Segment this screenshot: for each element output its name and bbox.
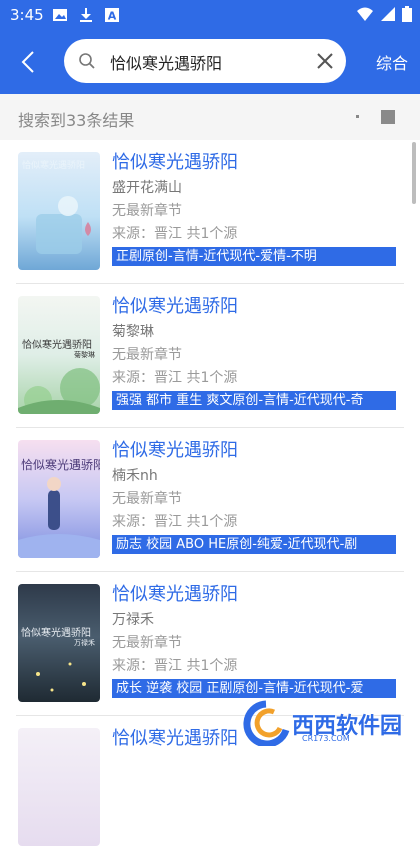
stop-search-button[interactable] (381, 110, 395, 124)
book-title: 恰似寒光遇骄阳 (112, 584, 238, 605)
status-bar: 3:45 A (0, 0, 420, 30)
book-cover: 恰似寒光遇骄阳 (18, 152, 100, 270)
search-input[interactable]: 恰似寒光遇骄阳 (64, 39, 346, 83)
cover-title: 恰似寒光遇骄阳 (22, 161, 86, 171)
cover-title: 恰似寒光遇骄阳 (21, 458, 100, 472)
image-icon (53, 9, 67, 21)
book-title: 恰似寒光遇骄阳 (112, 440, 238, 461)
search-icon (79, 53, 95, 69)
book-info: 恰似寒光遇骄阳 盛开花满山 无最新章节 来源：晋江 共1个源 正剧原创-言情-近… (112, 150, 404, 266)
book-tags: 强强 都市 重生 爽文原创-言情-近代现代-奇 (112, 391, 396, 410)
back-button[interactable] (12, 46, 44, 78)
cover-author: 菊黎琳 (74, 351, 95, 359)
result-header: 搜索到33条结果 (0, 94, 420, 140)
svg-text:A: A (108, 10, 117, 23)
logo-icon (243, 700, 290, 746)
sort-filter-button[interactable]: 综合 (376, 50, 408, 74)
loading-dot (356, 115, 359, 118)
watermark-sub: CR173.COM (302, 734, 350, 743)
book-title: 恰似寒光遇骄阳 (112, 152, 238, 173)
back-arrow-icon (21, 51, 34, 73)
search-query-text: 恰似寒光遇骄阳 (110, 54, 223, 73)
signal-icon (381, 7, 395, 21)
close-icon (317, 53, 333, 69)
cover-author: 万禄禾 (74, 639, 95, 647)
book-tags: 励志 校园 ABO HE原创-纯爱-近代现代-剧 (112, 535, 396, 554)
book-cover (18, 728, 100, 846)
list-item[interactable]: 恰似寒光遇骄阳 万禄禾 恰似寒光遇骄阳 万禄禾 无最新章节 来源：晋江 共1个源… (0, 572, 420, 716)
latest-chapter: 无最新章节 (112, 635, 182, 651)
cover-title: 恰似寒光遇骄阳 (22, 340, 92, 351)
download-icon (80, 8, 92, 22)
watermark-logo: 西西软件园 CR173.COM (236, 700, 416, 746)
status-time: 3:45 (10, 6, 44, 24)
book-author: 盛开花满山 (112, 180, 182, 196)
book-info: 恰似寒光遇骄阳 菊黎琳 无最新章节 来源：晋江 共1个源 强强 都市 重生 爽文… (112, 294, 404, 410)
book-source: 来源：晋江 共1个源 (112, 514, 238, 530)
book-cover: 恰似寒光遇骄阳 万禄禾 (18, 584, 100, 702)
battery-icon (402, 6, 412, 22)
book-info: 恰似寒光遇骄阳 万禄禾 无最新章节 来源：晋江 共1个源 成长 逆袭 校园 正剧… (112, 582, 404, 698)
list-item[interactable]: 恰似寒光遇骄阳 恰似寒光遇骄阳 楠禾nh 无最新章节 来源：晋江 共1个源 励志… (0, 428, 420, 572)
search-toolbar: 恰似寒光遇骄阳 综合 (0, 30, 420, 94)
wifi-icon (357, 7, 373, 21)
book-tags: 正剧原创-言情-近代现代-爱情-不明 (112, 247, 396, 266)
list-item[interactable]: 恰似寒光遇骄阳 恰似寒光遇骄阳 盛开花满山 无最新章节 来源：晋江 共1个源 正… (0, 140, 420, 284)
a-icon: A (105, 8, 119, 23)
latest-chapter: 无最新章节 (112, 347, 182, 363)
book-source: 来源：晋江 共1个源 (112, 226, 238, 242)
list-item[interactable]: 恰似寒光遇骄阳 菊黎琳 恰似寒光遇骄阳 菊黎琳 无最新章节 来源：晋江 共1个源… (0, 284, 420, 428)
book-cover: 恰似寒光遇骄阳 (18, 440, 100, 558)
book-source: 来源：晋江 共1个源 (112, 658, 238, 674)
book-tags: 成长 逆袭 校园 正剧原创-言情-近代现代-爱 (112, 679, 396, 698)
result-count: 搜索到33条结果 (18, 111, 135, 130)
book-cover: 恰似寒光遇骄阳 菊黎琳 (18, 296, 100, 414)
book-author: 万禄禾 (112, 612, 154, 628)
latest-chapter: 无最新章节 (112, 203, 182, 219)
clear-search-button[interactable] (314, 50, 336, 72)
cover-title: 恰似寒光遇骄阳 (21, 628, 91, 639)
book-source: 来源：晋江 共1个源 (112, 370, 238, 386)
book-author: 菊黎琳 (112, 324, 154, 340)
book-info: 恰似寒光遇骄阳 楠禾nh 无最新章节 来源：晋江 共1个源 励志 校园 ABO … (112, 438, 404, 554)
book-author: 楠禾nh (112, 468, 158, 484)
latest-chapter: 无最新章节 (112, 491, 182, 507)
book-title: 恰似寒光遇骄阳 (112, 296, 238, 317)
